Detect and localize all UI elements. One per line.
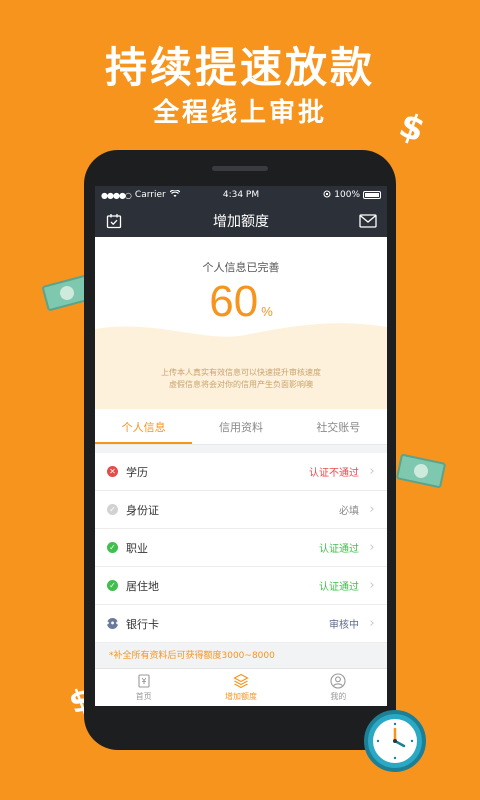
tabbar-increase-credit[interactable]: 增加额度 bbox=[192, 669, 289, 706]
nav-bar: 增加额度 bbox=[95, 204, 387, 237]
item-status: 审核中 bbox=[329, 620, 359, 631]
hint-line-1: 上传本人真实有效信息可以快速提升审核速度 bbox=[161, 368, 321, 377]
phone-speaker bbox=[212, 166, 268, 171]
tab-credit-info[interactable]: 信用资料 bbox=[192, 409, 289, 444]
chevron-right-icon: › bbox=[369, 616, 375, 631]
more-circle-icon: ••• bbox=[104, 618, 121, 629]
list-item-bank-card[interactable]: ••• 银行卡 审核中 › bbox=[95, 605, 387, 643]
credit-footnote: *补全所有资料后可获得额度3000~8000 bbox=[109, 651, 275, 661]
layers-icon bbox=[233, 673, 249, 689]
status-bar: ●●●●○ Carrier 4:34 PM 100% bbox=[95, 186, 387, 204]
chevron-right-icon: › bbox=[369, 464, 375, 479]
clock-icon bbox=[364, 710, 426, 772]
promo-headline: 持续提速放款 bbox=[104, 43, 375, 92]
tabbar-profile-label: 我的 bbox=[330, 692, 347, 701]
verification-list: ✕ 学历 认证不通过 › ✓ 身份证 必填 › ✓ 职业 认证通过 › ✓ 居住… bbox=[95, 453, 387, 643]
chevron-right-icon: › bbox=[369, 540, 375, 555]
page-title: 增加额度 bbox=[213, 213, 269, 230]
item-label: 学历 bbox=[126, 465, 148, 479]
item-status: 认证通过 bbox=[319, 544, 359, 555]
item-status: 认证不通过 bbox=[309, 468, 359, 479]
x-circle-icon: ✕ bbox=[107, 466, 118, 477]
hint-line-2: 虚假信息将会对你的信用产生负面影响噢 bbox=[169, 380, 313, 389]
item-status: 必填 bbox=[339, 506, 359, 517]
item-status: 认证通过 bbox=[319, 582, 359, 593]
bottom-tab-bar: 首页 增加额度 我的 bbox=[95, 668, 387, 706]
tab-social-accounts[interactable]: 社交账号 bbox=[290, 409, 387, 444]
item-label: 银行卡 bbox=[126, 617, 159, 631]
mail-icon[interactable] bbox=[359, 212, 377, 230]
item-label: 职业 bbox=[126, 541, 148, 555]
list-item-residence[interactable]: ✓ 居住地 认证通过 › bbox=[95, 567, 387, 605]
check-circle-icon: ✓ bbox=[107, 504, 118, 515]
item-label: 身份证 bbox=[126, 503, 159, 517]
tabbar-profile[interactable]: 我的 bbox=[290, 669, 387, 706]
list-item-occupation[interactable]: ✓ 职业 认证通过 › bbox=[95, 529, 387, 567]
tab-personal-info[interactable]: 个人信息 bbox=[95, 409, 193, 444]
progress-label: 个人信息已完善 bbox=[202, 261, 280, 274]
tabbar-home-label: 首页 bbox=[135, 692, 152, 701]
item-label: 居住地 bbox=[126, 579, 159, 593]
list-item-id-card[interactable]: ✓ 身份证 必填 › bbox=[95, 491, 387, 529]
money-bill-icon bbox=[395, 453, 447, 489]
app-screen: ●●●●○ Carrier 4:34 PM 100% 增加额度 个人信息已完善 … bbox=[95, 186, 387, 706]
check-circle-icon: ✓ bbox=[107, 580, 118, 591]
check-circle-icon: ✓ bbox=[107, 542, 118, 553]
home-yen-icon bbox=[136, 673, 152, 689]
tabbar-home[interactable]: 首页 bbox=[95, 669, 192, 706]
chevron-right-icon: › bbox=[369, 578, 375, 593]
progress-value: 60% bbox=[95, 277, 387, 327]
progress-unit: % bbox=[261, 304, 273, 319]
profile-progress-panel: 个人信息已完善 60% 上传本人真实有效信息可以快速提升审核速度 虚假信息将会对… bbox=[95, 237, 387, 409]
progress-number: 60 bbox=[209, 277, 259, 326]
info-tabs: 个人信息 信用资料 社交账号 bbox=[95, 409, 387, 445]
chevron-right-icon: › bbox=[369, 502, 375, 517]
status-time: 4:34 PM bbox=[222, 190, 260, 200]
calendar-check-icon[interactable] bbox=[105, 212, 123, 230]
user-icon bbox=[330, 673, 346, 689]
battery-icon bbox=[363, 191, 381, 199]
tabbar-increase-credit-label: 增加额度 bbox=[224, 692, 257, 701]
list-item-education[interactable]: ✕ 学历 认证不通过 › bbox=[95, 453, 387, 491]
